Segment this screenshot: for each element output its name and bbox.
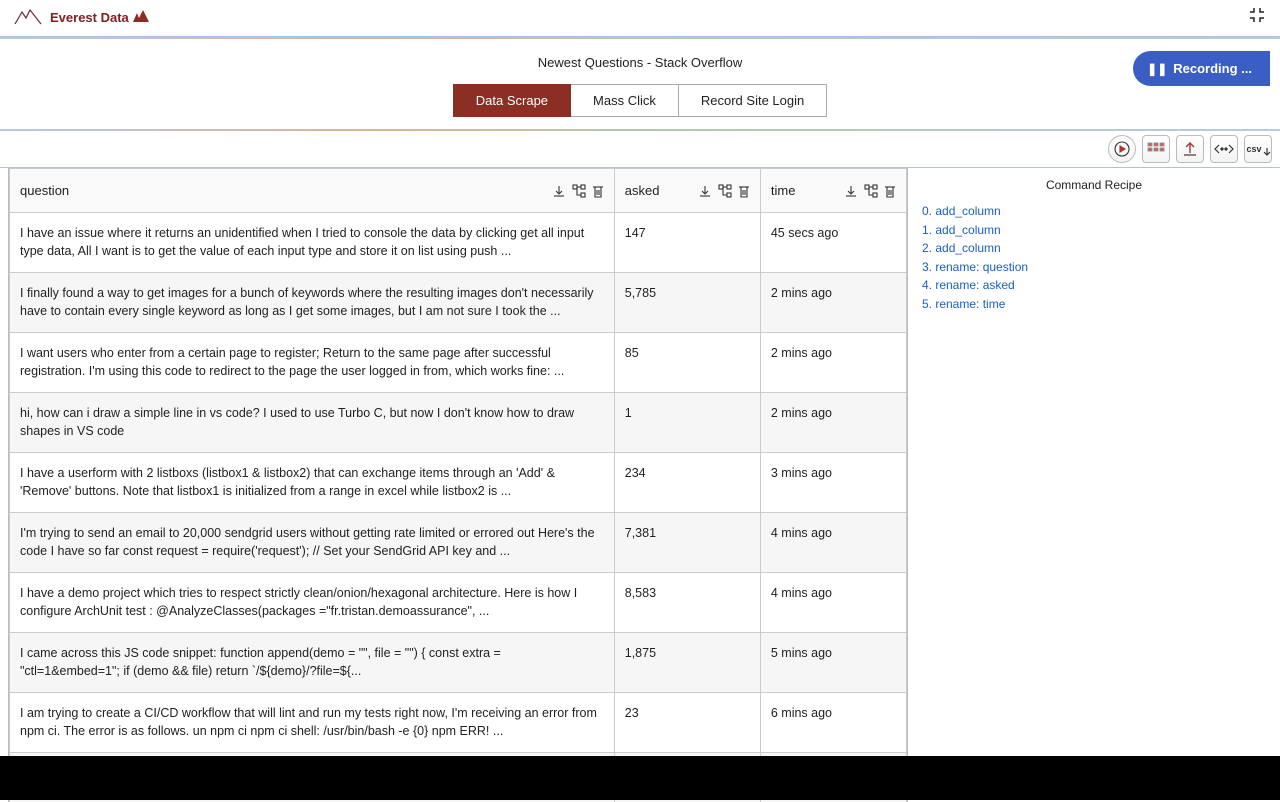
- cell-asked: 23: [614, 693, 760, 753]
- table-row[interactable]: I want users who enter from a certain pa…: [10, 333, 907, 393]
- cell-time: 6 mins ago: [760, 693, 906, 753]
- collapse-icon[interactable]: [1248, 6, 1266, 28]
- command-recipe-list: 0. add_column1. add_column2. add_column3…: [922, 202, 1266, 314]
- command-recipe-panel: Command Recipe 0. add_column1. add_colum…: [908, 168, 1280, 802]
- brand-bar: Everest Data: [0, 0, 1280, 37]
- code-arrows-icon[interactable]: [1210, 135, 1238, 163]
- recipe-item[interactable]: 0. add_column: [922, 202, 1266, 221]
- branch-column-icon[interactable]: [718, 184, 732, 198]
- cell-question: I have a userform with 2 listboxs (listb…: [10, 453, 615, 513]
- table-row[interactable]: I have an issue where it returns an unid…: [10, 213, 907, 273]
- cell-time: 2 mins ago: [760, 333, 906, 393]
- table-wrap[interactable]: question asked: [8, 168, 908, 802]
- download-column-icon[interactable]: [844, 184, 858, 198]
- download-column-icon[interactable]: [552, 184, 566, 198]
- cell-question: I came across this JS code snippet: func…: [10, 633, 615, 693]
- recipe-item[interactable]: 4. rename: asked: [922, 276, 1266, 295]
- table-row[interactable]: I am trying to create a CI/CD workflow t…: [10, 693, 907, 753]
- branch-column-icon[interactable]: [572, 184, 586, 198]
- command-recipe-title: Command Recipe: [922, 178, 1266, 192]
- cell-time: 5 mins ago: [760, 633, 906, 693]
- table-row[interactable]: I have a demo project which tries to res…: [10, 573, 907, 633]
- gradient-divider-2: [0, 129, 1280, 131]
- delete-column-icon[interactable]: [884, 184, 896, 198]
- recording-button[interactable]: ❚❚ Recording ...: [1133, 51, 1270, 86]
- brand-name-text: Everest Data: [50, 10, 129, 25]
- brand-name: Everest Data: [50, 9, 149, 25]
- pause-icon: ❚❚: [1147, 62, 1167, 76]
- recording-label: Recording ...: [1173, 61, 1252, 76]
- main: question asked: [0, 168, 1280, 802]
- mountain-outline-icon: [14, 7, 42, 28]
- recipe-item[interactable]: 5. rename: time: [922, 295, 1266, 314]
- tab-row: Data Scrape Mass Click Record Site Login: [453, 84, 827, 117]
- brand-left: Everest Data: [14, 7, 149, 28]
- table-row[interactable]: I'm trying to send an email to 20,000 se…: [10, 513, 907, 573]
- table-row[interactable]: I finally found a way to get images for …: [10, 273, 907, 333]
- grid-view-icon[interactable]: [1142, 135, 1170, 163]
- cell-time: 3 mins ago: [760, 453, 906, 513]
- cell-question: hi, how can i draw a simple line in vs c…: [10, 393, 615, 453]
- tab-record-login[interactable]: Record Site Login: [679, 84, 827, 117]
- table-row[interactable]: I have a userform with 2 listboxs (listb…: [10, 453, 907, 513]
- cell-asked: 8,583: [614, 573, 760, 633]
- tab-data-scrape[interactable]: Data Scrape: [453, 84, 571, 117]
- cell-time: 2 mins ago: [760, 273, 906, 333]
- bottom-bar: [0, 756, 1280, 800]
- tab-mass-click[interactable]: Mass Click: [571, 84, 679, 117]
- table-row[interactable]: I came across this JS code snippet: func…: [10, 633, 907, 693]
- cell-time: 4 mins ago: [760, 573, 906, 633]
- export-csv-button[interactable]: csv: [1244, 135, 1272, 163]
- cell-asked: 5,785: [614, 273, 760, 333]
- cell-time: 4 mins ago: [760, 513, 906, 573]
- brand-peak-icon: [133, 9, 149, 25]
- upload-icon[interactable]: [1176, 135, 1204, 163]
- col-label: time: [771, 183, 796, 198]
- branch-column-icon[interactable]: [864, 184, 878, 198]
- col-label: question: [20, 183, 69, 198]
- cell-question: I have a demo project which tries to res…: [10, 573, 615, 633]
- cell-asked: 85: [614, 333, 760, 393]
- col-header-question[interactable]: question: [10, 169, 615, 213]
- cell-question: I am trying to create a CI/CD workflow t…: [10, 693, 615, 753]
- recipe-item[interactable]: 3. rename: question: [922, 258, 1266, 277]
- replay-icon[interactable]: [1108, 135, 1136, 163]
- cell-asked: 1,875: [614, 633, 760, 693]
- col-header-time[interactable]: time: [760, 169, 906, 213]
- table-row[interactable]: hi, how can i draw a simple line in vs c…: [10, 393, 907, 453]
- recipe-item[interactable]: 1. add_column: [922, 221, 1266, 240]
- col-label: asked: [625, 183, 660, 198]
- cell-asked: 7,381: [614, 513, 760, 573]
- page-title: Newest Questions - Stack Overflow: [0, 55, 1280, 70]
- recipe-item[interactable]: 2. add_column: [922, 239, 1266, 258]
- table-body: I have an issue where it returns an unid…: [10, 213, 907, 802]
- cell-time: 45 secs ago: [760, 213, 906, 273]
- cell-asked: 234: [614, 453, 760, 513]
- delete-column-icon[interactable]: [592, 184, 604, 198]
- data-table: question asked: [9, 168, 907, 802]
- cell-question: I finally found a way to get images for …: [10, 273, 615, 333]
- cell-question: I'm trying to send an email to 20,000 se…: [10, 513, 615, 573]
- cell-time: 2 mins ago: [760, 393, 906, 453]
- title-bar: Newest Questions - Stack Overflow Data S…: [0, 39, 1280, 129]
- cell-asked: 1: [614, 393, 760, 453]
- cell-asked: 147: [614, 213, 760, 273]
- cell-question: I want users who enter from a certain pa…: [10, 333, 615, 393]
- delete-column-icon[interactable]: [738, 184, 750, 198]
- cell-question: I have an issue where it returns an unid…: [10, 213, 615, 273]
- col-header-asked[interactable]: asked: [614, 169, 760, 213]
- tool-row: csv: [0, 131, 1280, 168]
- download-column-icon[interactable]: [698, 184, 712, 198]
